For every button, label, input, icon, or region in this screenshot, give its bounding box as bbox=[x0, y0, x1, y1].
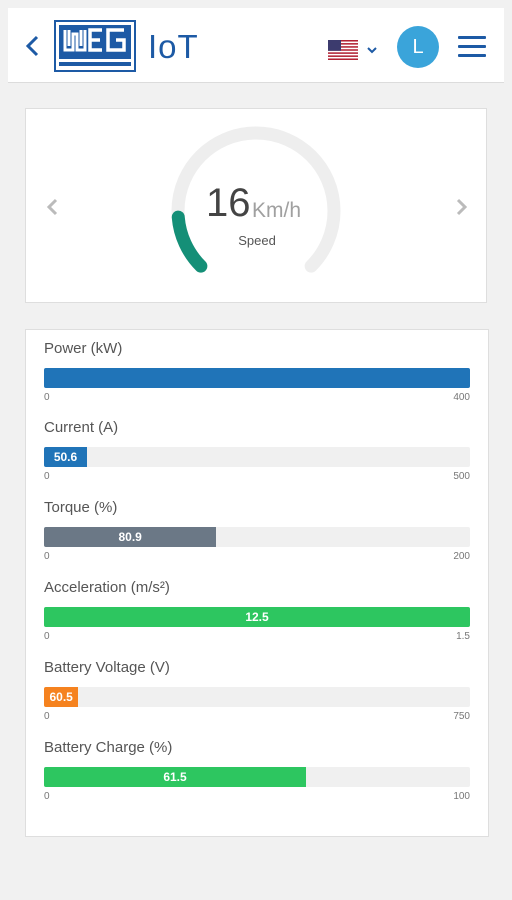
progress-fill: 12.5 bbox=[44, 607, 470, 627]
weg-logo bbox=[54, 20, 136, 72]
metric-acceleration: Acceleration (m/s²) 12.5 0 1.5 bbox=[44, 579, 470, 655]
language-selector[interactable] bbox=[328, 40, 386, 64]
scale-min: 0 bbox=[44, 471, 50, 482]
progress-fill: 50.6 bbox=[44, 447, 88, 467]
metric-label: Battery Charge (%) bbox=[44, 739, 173, 756]
back-button[interactable] bbox=[22, 34, 46, 58]
scale-max: 500 bbox=[453, 471, 470, 482]
scale-max: 200 bbox=[453, 551, 470, 562]
progress-track: 61.5 bbox=[44, 767, 470, 787]
metrics-card: Power (kW) 0 400 Current (A) 50.6 0 500 … bbox=[25, 329, 489, 837]
progress-track: 60.5 bbox=[44, 687, 470, 707]
metric-current: Current (A) 50.6 0 500 bbox=[44, 419, 470, 495]
hamburger-menu-icon[interactable] bbox=[458, 36, 486, 58]
progress-fill bbox=[44, 368, 470, 388]
chevron-right-icon[interactable] bbox=[454, 197, 470, 217]
scale-max: 1.5 bbox=[456, 631, 470, 642]
progress-fill: 80.9 bbox=[44, 527, 217, 547]
gauge-label: Speed bbox=[238, 233, 276, 248]
app-bar: IoT L bbox=[8, 8, 504, 83]
metric-power: Power (kW) 0 400 bbox=[44, 340, 470, 416]
chevron-left-icon bbox=[25, 35, 39, 57]
metric-battery-charge: Battery Charge (%) 61.5 0 100 bbox=[44, 739, 470, 815]
scale-min: 0 bbox=[44, 711, 50, 722]
progress-track: 80.9 bbox=[44, 527, 470, 547]
progress-track: 12.5 bbox=[44, 607, 470, 627]
scale-min: 0 bbox=[44, 392, 50, 403]
gauge-unit: Km/h bbox=[252, 199, 302, 222]
us-flag-icon bbox=[328, 40, 358, 60]
metric-label: Power (kW) bbox=[44, 340, 123, 357]
progress-track bbox=[44, 368, 470, 388]
metric-torque: Torque (%) 80.9 0 200 bbox=[44, 499, 470, 575]
metric-label: Current (A) bbox=[44, 419, 119, 436]
gauge-value-arc bbox=[171, 210, 208, 273]
speed-gauge-card: 16 Km/h Speed bbox=[25, 108, 487, 303]
scale-max: 750 bbox=[453, 711, 470, 722]
brand-title: IoT bbox=[148, 28, 199, 65]
progress-fill: 60.5 bbox=[44, 687, 79, 707]
metric-label: Torque (%) bbox=[44, 499, 118, 516]
scale-min: 0 bbox=[44, 631, 50, 642]
metric-battery-voltage: Battery Voltage (V) 60.5 0 750 bbox=[44, 659, 470, 735]
metric-label: Battery Voltage (V) bbox=[44, 659, 170, 676]
scale-max: 400 bbox=[453, 392, 470, 403]
scale-max: 100 bbox=[453, 791, 470, 802]
scale-min: 0 bbox=[44, 551, 50, 562]
user-avatar[interactable]: L bbox=[397, 26, 439, 68]
metric-label: Acceleration (m/s²) bbox=[44, 579, 170, 596]
gauge-value: 16 bbox=[206, 181, 251, 225]
chevron-down-icon bbox=[367, 47, 377, 54]
progress-track: 50.6 bbox=[44, 447, 470, 467]
scale-min: 0 bbox=[44, 791, 50, 802]
progress-fill: 61.5 bbox=[44, 767, 306, 787]
chevron-left-icon[interactable] bbox=[44, 197, 60, 217]
